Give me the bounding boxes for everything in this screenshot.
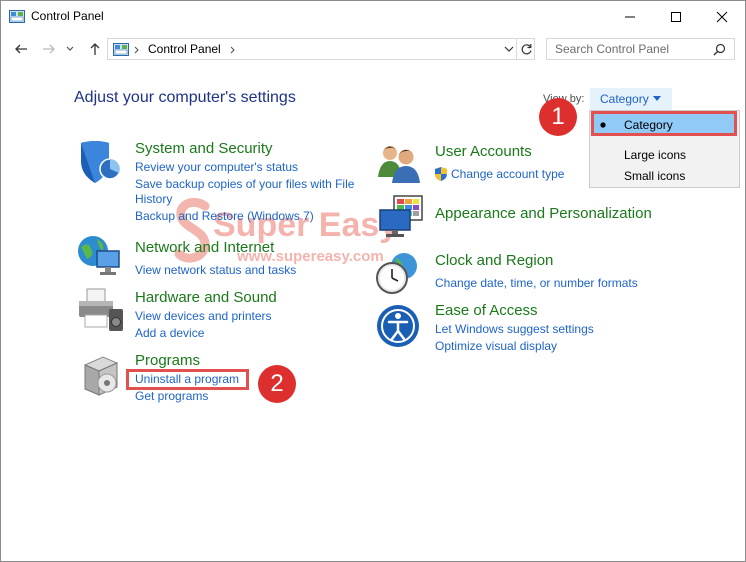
chevron-right-icon xyxy=(134,46,139,54)
highlight-category-callout xyxy=(591,111,737,136)
ease-of-access-icon xyxy=(377,305,419,347)
maximize-button[interactable] xyxy=(653,1,699,32)
link-get-programs[interactable]: Get programs xyxy=(135,389,208,403)
title-bar: Control Panel xyxy=(1,1,745,32)
forward-button[interactable] xyxy=(40,40,58,58)
chevron-down-icon[interactable] xyxy=(504,46,514,53)
dropdown-arrow-icon xyxy=(653,96,661,101)
minimize-icon xyxy=(625,16,635,17)
category-programs[interactable]: Programs xyxy=(135,352,200,369)
maximize-icon xyxy=(671,11,681,22)
menu-item-small-icons[interactable]: Small icons xyxy=(624,169,685,183)
menu-item-large-icons[interactable]: Large icons xyxy=(624,148,686,162)
recent-locations-button[interactable] xyxy=(64,40,76,58)
link-save-backup[interactable]: Save backup copies of your files with Fi… xyxy=(135,177,354,191)
programs-box-icon xyxy=(83,356,119,396)
link-network-status[interactable]: View network status and tasks xyxy=(135,263,296,277)
category-user-accounts[interactable]: User Accounts xyxy=(435,143,532,160)
close-icon xyxy=(716,11,728,22)
close-button[interactable] xyxy=(699,1,745,32)
minimize-button[interactable] xyxy=(607,1,653,32)
chevron-right-icon[interactable] xyxy=(230,46,236,54)
highlight-uninstall-callout xyxy=(126,369,249,390)
network-globe-icon xyxy=(78,236,120,275)
window-title: Control Panel xyxy=(31,9,104,23)
divider xyxy=(516,39,517,59)
shield-icon xyxy=(81,141,121,183)
chevron-down-icon xyxy=(66,46,74,51)
control-panel-icon xyxy=(113,43,129,56)
link-change-date-time[interactable]: Change date, time, or number formats xyxy=(435,276,638,290)
category-network-internet[interactable]: Network and Internet xyxy=(135,239,274,256)
link-suggest-settings[interactable]: Let Windows suggest settings xyxy=(435,322,594,336)
view-by-value: Category xyxy=(600,92,649,106)
appearance-icon xyxy=(379,195,423,237)
page-title: Adjust your computer's settings xyxy=(74,89,296,106)
printer-icon xyxy=(79,288,123,331)
link-change-account-type[interactable]: Change account type xyxy=(451,167,564,181)
breadcrumb[interactable]: Control Panel xyxy=(148,42,221,56)
link-optimize-display[interactable]: Optimize visual display xyxy=(435,339,557,353)
step-badge-1: 1 xyxy=(539,98,577,136)
category-system-security[interactable]: System and Security xyxy=(135,140,273,157)
forward-arrow-icon xyxy=(43,44,55,54)
up-button[interactable] xyxy=(86,40,104,58)
search-icon[interactable] xyxy=(713,43,726,56)
user-accounts-icon xyxy=(378,146,420,183)
link-review-status[interactable]: Review your computer's status xyxy=(135,160,298,174)
search-input[interactable]: Search Control Panel xyxy=(546,38,735,60)
step-badge-2: 2 xyxy=(258,365,296,403)
control-panel-icon xyxy=(9,10,25,23)
uac-shield-icon xyxy=(435,167,447,181)
up-arrow-icon xyxy=(90,43,100,55)
refresh-icon[interactable] xyxy=(520,43,533,56)
link-backup-restore[interactable]: Backup and Restore (Windows 7) xyxy=(135,209,314,223)
link-add-device[interactable]: Add a device xyxy=(135,326,204,340)
back-arrow-icon xyxy=(15,44,27,54)
category-hardware-sound[interactable]: Hardware and Sound xyxy=(135,289,277,306)
watermark-logo xyxy=(173,196,213,269)
view-by-dropdown[interactable]: Category xyxy=(590,88,672,110)
category-ease-of-access[interactable]: Ease of Access xyxy=(435,302,538,319)
category-appearance[interactable]: Appearance and Personalization xyxy=(435,205,652,222)
clock-icon xyxy=(376,253,417,294)
link-devices-printers[interactable]: View devices and printers xyxy=(135,309,272,323)
back-button[interactable] xyxy=(12,40,30,58)
search-placeholder: Search Control Panel xyxy=(555,42,670,56)
category-clock-region[interactable]: Clock and Region xyxy=(435,252,553,269)
control-panel-window: Control Panel Control Panel Search Contr… xyxy=(0,0,746,562)
address-bar[interactable]: Control Panel xyxy=(107,38,535,60)
link-history[interactable]: History xyxy=(135,192,172,206)
navigation-bar: Control Panel Search Control Panel xyxy=(1,34,745,64)
